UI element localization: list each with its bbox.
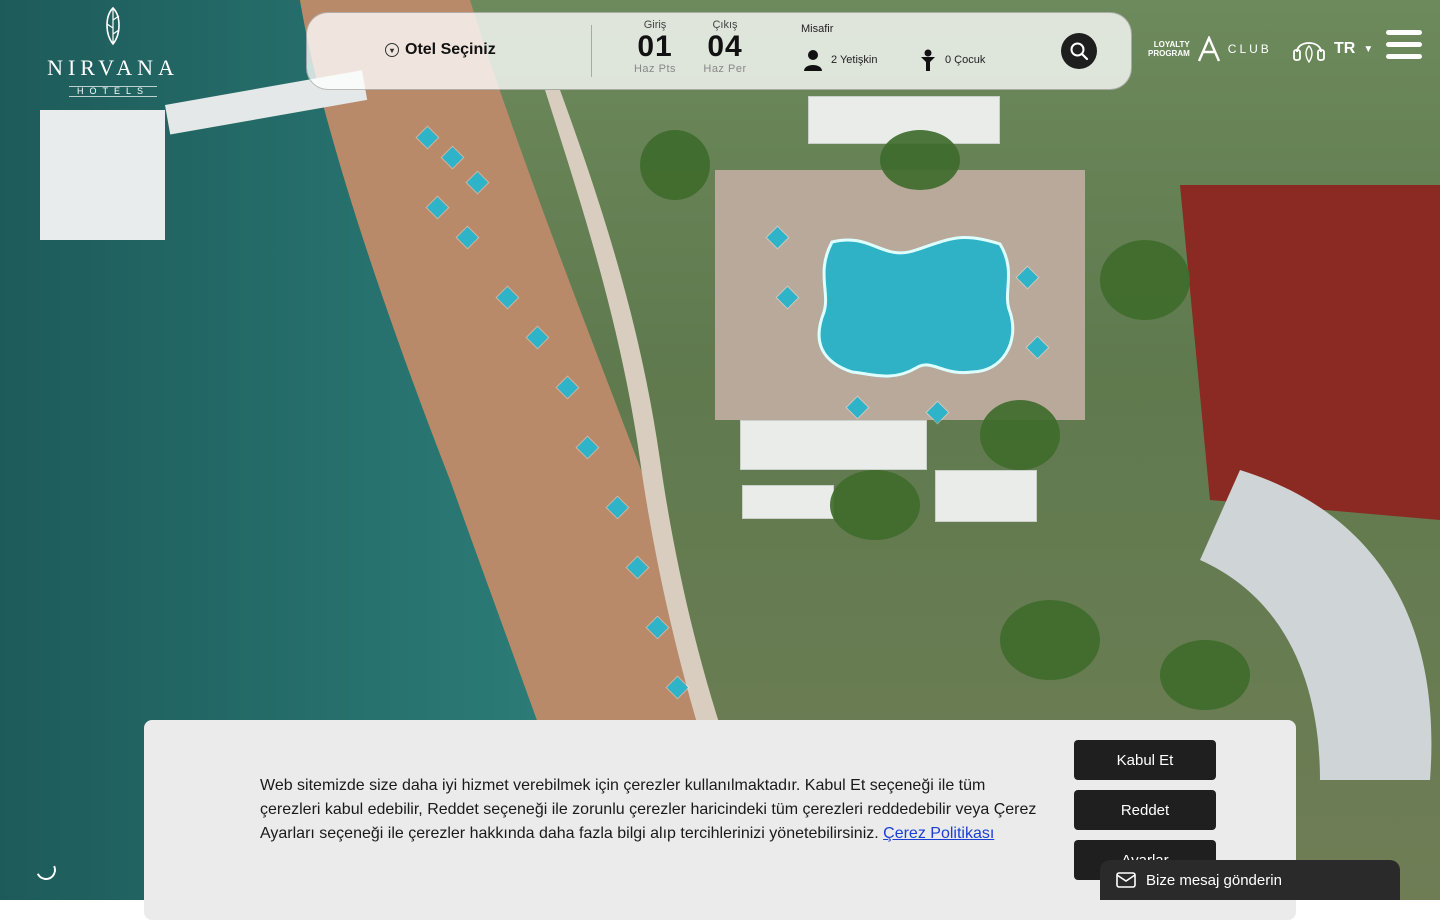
support-headset-icon: [1293, 42, 1325, 64]
child-person-icon: [921, 49, 935, 71]
children-count: 0 Çocuk: [945, 54, 986, 66]
send-message-label: Bize mesaj gönderin: [1146, 871, 1282, 889]
building-roof: [740, 420, 927, 470]
guest-label: Misafir: [801, 23, 834, 35]
tree: [1000, 600, 1100, 680]
chevron-down-icon: ▾: [385, 43, 399, 57]
checkin-month-weekday: Haz Pts: [633, 63, 676, 75]
children-selector[interactable]: 0 Çocuk: [919, 49, 985, 71]
hotel-select-label: Otel Seçiniz: [405, 41, 496, 58]
logo-brand: NIRVANA: [47, 55, 179, 80]
leaf-logo-icon: [106, 6, 120, 46]
adult-person-icon: [804, 50, 822, 71]
language-selector[interactable]: TR ▼: [1292, 34, 1373, 64]
nirvana-logo[interactable]: NIRVANA HOTELS: [38, 6, 188, 99]
cookie-message: Web sitemizde size daha iyi hizmet vereb…: [260, 774, 1040, 846]
search-button[interactable]: [1061, 33, 1097, 69]
loyalty-label: LOYALTY PROGRAM: [1148, 40, 1190, 58]
menu-line: [1386, 42, 1422, 47]
search-icon: [1070, 42, 1089, 61]
checkin-date[interactable]: Giriş 01 Haz Pts: [625, 19, 685, 75]
reject-cookies-button[interactable]: Reddet: [1074, 790, 1216, 830]
checkout-date[interactable]: Çıkış 04 Haz Per: [695, 19, 755, 75]
envelope-icon: [1116, 872, 1136, 888]
tree: [640, 130, 710, 200]
hotel-select-dropdown[interactable]: ▾ Otel Seçiniz: [385, 41, 496, 59]
booking-bar: ▾ Otel Seçiniz Giriş 01 Haz Pts Çıkış 04…: [306, 12, 1132, 90]
accept-cookies-button[interactable]: Kabul Et: [1074, 740, 1216, 780]
tree: [880, 130, 960, 190]
cookie-policy-link[interactable]: Çerez Politikası: [883, 825, 994, 842]
caret-down-icon: ▼: [1363, 43, 1374, 55]
checkin-day: 01: [637, 30, 673, 63]
send-message-bar[interactable]: Bize mesaj gönderin: [1100, 860, 1400, 900]
checkout-month-weekday: Haz Per: [703, 63, 747, 75]
language-code: TR: [1334, 40, 1356, 57]
a-club-logo-icon: [1197, 36, 1220, 62]
checkout-day: 04: [707, 30, 743, 63]
hamburger-menu-button[interactable]: [1386, 30, 1422, 60]
adults-count: 2 Yetişkin: [831, 54, 878, 66]
building-roof: [935, 470, 1037, 522]
menu-line: [1386, 30, 1422, 35]
swimming-pool: [812, 232, 1020, 382]
adults-selector[interactable]: 2 Yetişkin: [803, 49, 877, 71]
tree: [1100, 240, 1190, 320]
tree: [1160, 640, 1250, 710]
loyalty-line2: PROGRAM: [1148, 49, 1190, 58]
divider: [591, 25, 592, 77]
loyalty-line1: LOYALTY: [1153, 40, 1190, 49]
building-roof: [742, 485, 834, 519]
club-label: CLUB: [1227, 42, 1272, 56]
loyalty-program-link[interactable]: LOYALTY PROGRAM CLUB: [1148, 36, 1272, 62]
tree: [980, 400, 1060, 470]
tree: [830, 470, 920, 540]
menu-line: [1386, 54, 1422, 59]
logo-subtitle: HOTELS: [68, 86, 157, 97]
